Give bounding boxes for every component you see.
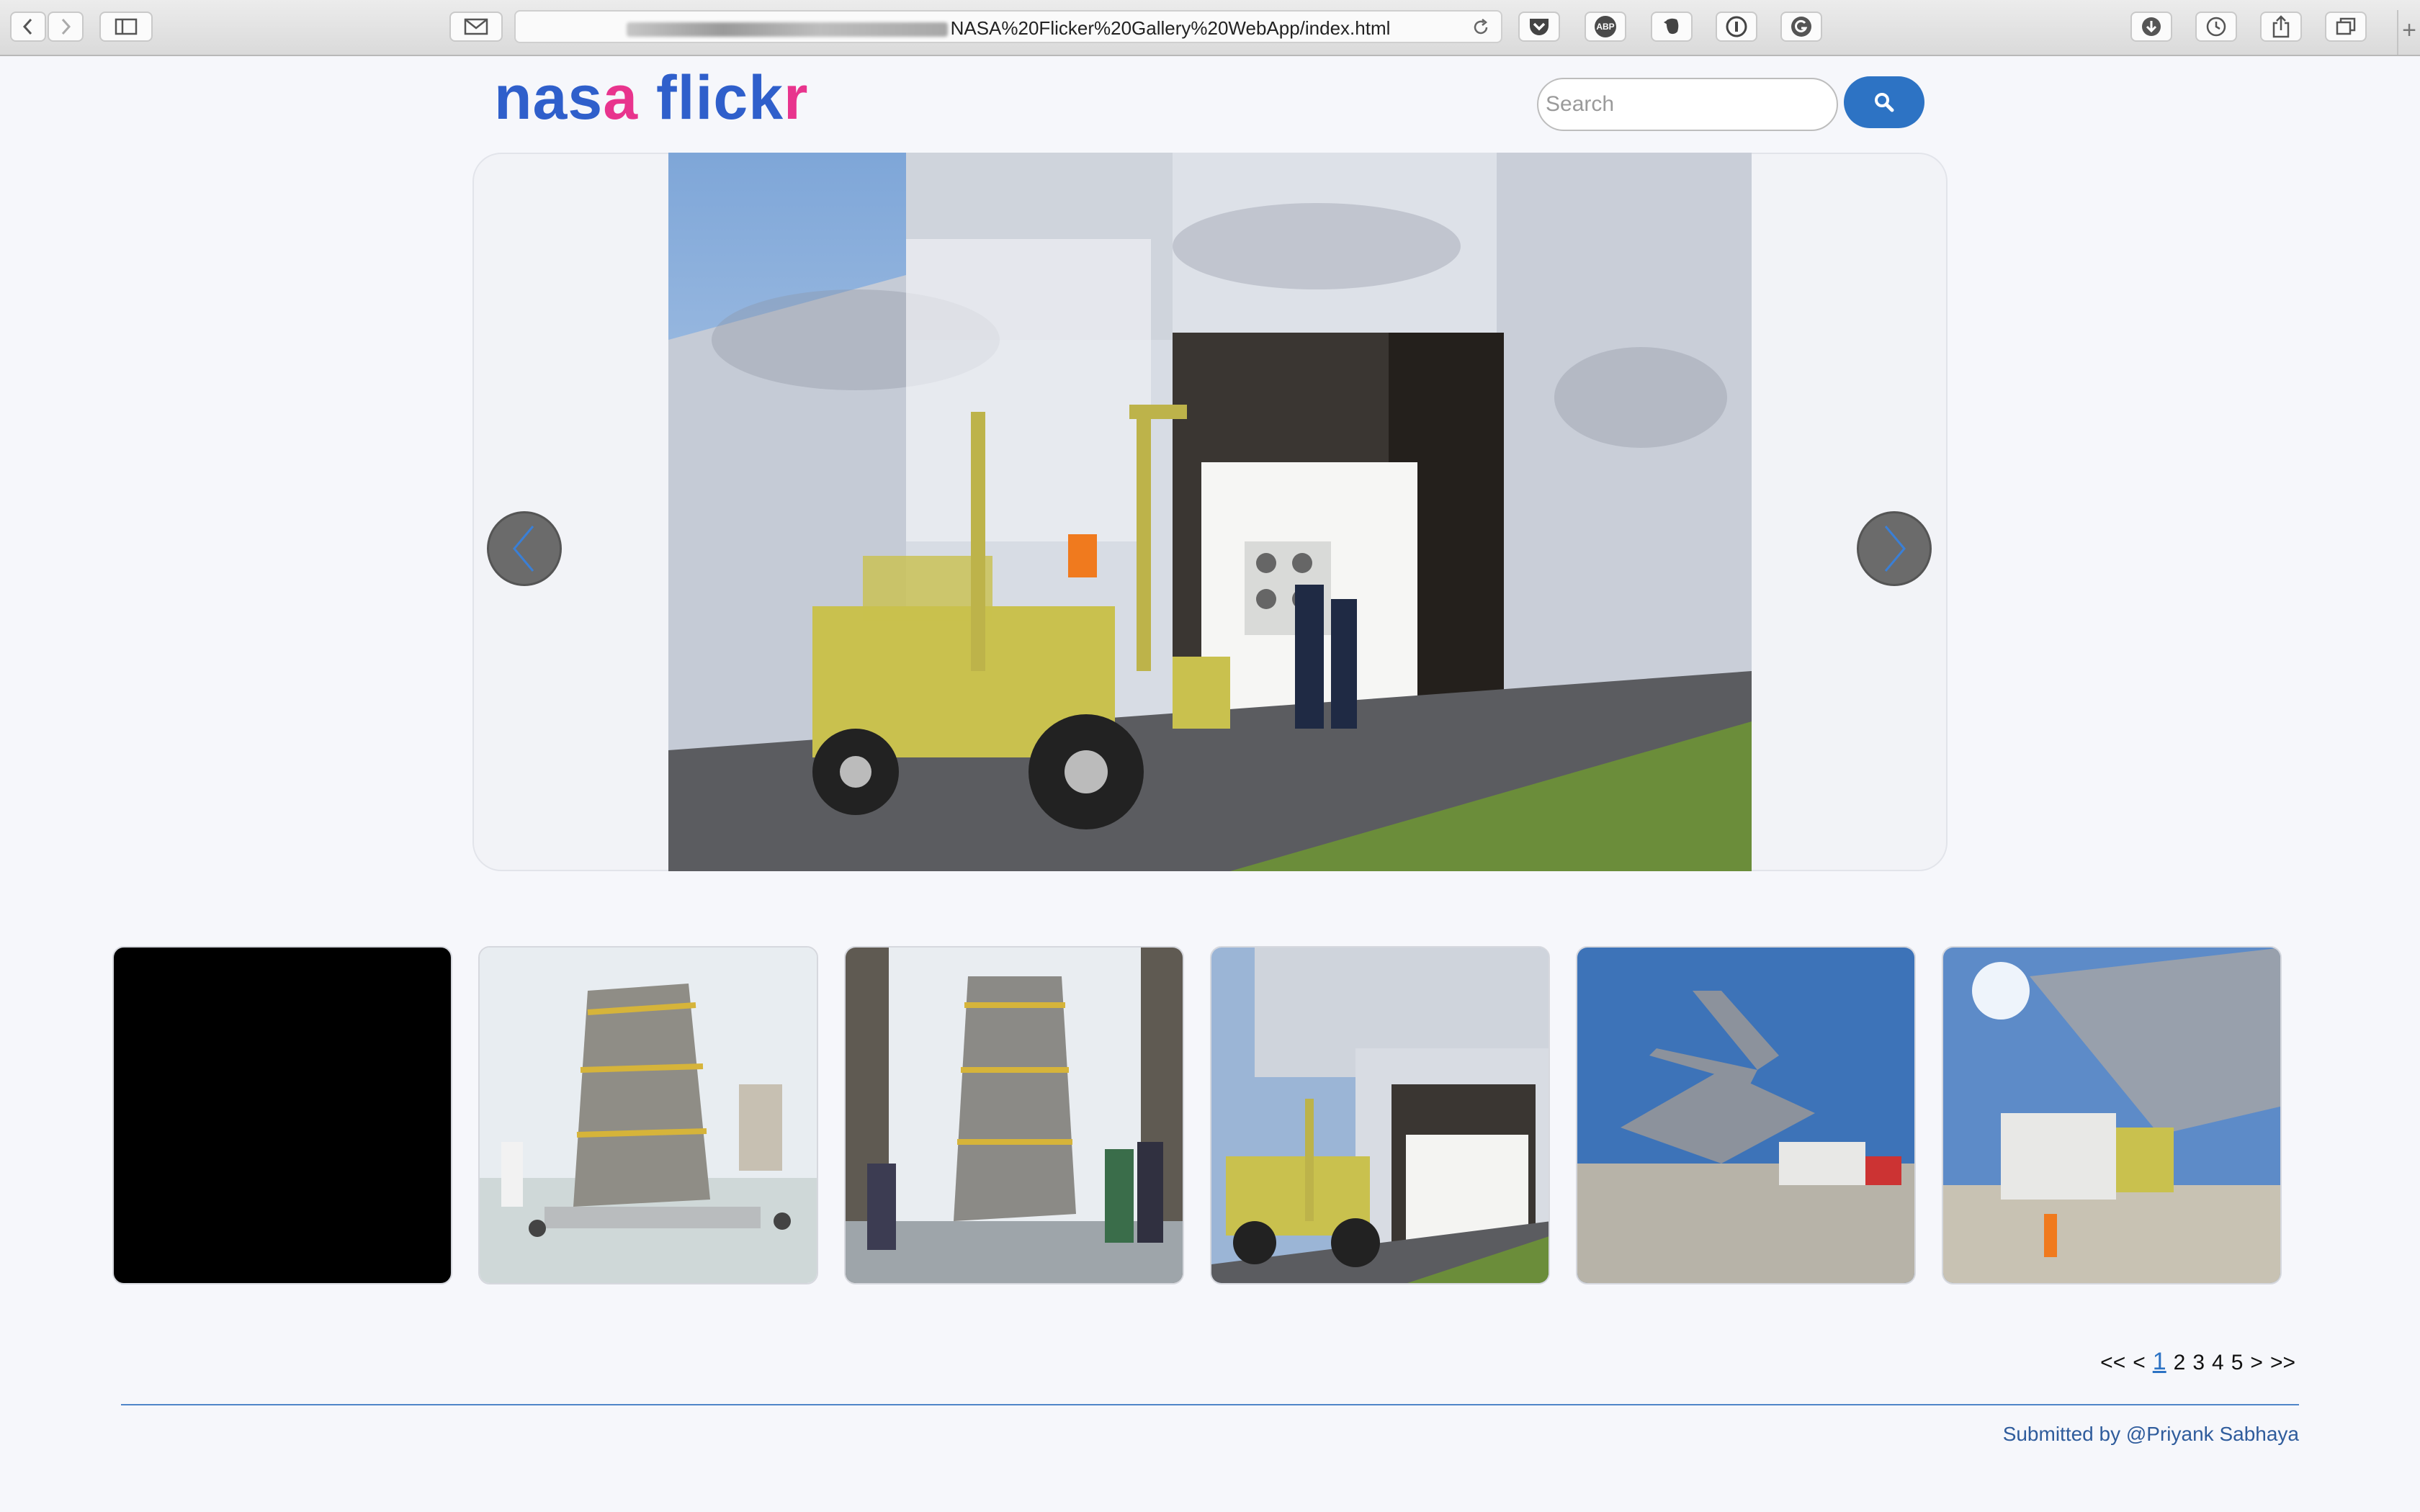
abp-icon: ABP: [1595, 16, 1616, 37]
pagination-prev[interactable]: <: [2133, 1351, 2146, 1375]
thumbnail-1[interactable]: [112, 946, 452, 1284]
mail-button[interactable]: [449, 12, 503, 42]
carousel-image: [668, 153, 1752, 871]
pocket-icon: [1530, 19, 1549, 35]
chevron-left-icon: [513, 526, 534, 572]
logo[interactable]: nasa flickr: [494, 62, 809, 134]
back-button[interactable]: [10, 12, 46, 42]
browser-toolbar: NASA%20Flicker%20Gallery%20WebApp/index.…: [0, 0, 2420, 56]
share-button[interactable]: [2260, 12, 2302, 42]
search-icon: [1875, 93, 1894, 112]
1password-button[interactable]: [1716, 12, 1757, 42]
history-button[interactable]: [2195, 12, 2237, 42]
thumbnail-5[interactable]: [1576, 946, 1916, 1284]
chevron-left-icon: [22, 18, 32, 35]
pagination-page-4[interactable]: 4: [2212, 1351, 2224, 1375]
footer-credit: Submitted by @Priyank Sabhaya: [2002, 1423, 2299, 1445]
new-tab-button[interactable]: +: [2397, 10, 2420, 55]
thumbnail-6[interactable]: [1942, 946, 2282, 1284]
logo-text-nas: nas: [494, 63, 604, 132]
logo-text-a: a: [603, 63, 639, 132]
mail-icon: [464, 18, 488, 35]
grammarly-button[interactable]: [1780, 12, 1822, 42]
evernote-button[interactable]: [1651, 12, 1693, 42]
pagination-page-1[interactable]: 1: [2153, 1348, 2166, 1376]
pagination-next[interactable]: >: [2250, 1351, 2263, 1375]
download-icon: [2142, 17, 2161, 36]
logo-text-r: r: [784, 63, 809, 132]
pagination: << < 1 2 3 4 5 > >>: [2100, 1348, 2295, 1376]
pagination-first[interactable]: <<: [2100, 1351, 2125, 1375]
footer-divider: [121, 1404, 2299, 1405]
clock-icon: [2206, 17, 2226, 37]
pocket-button[interactable]: [1518, 12, 1560, 42]
pagination-page-2[interactable]: 2: [2174, 1351, 2186, 1375]
thumbnail-3[interactable]: [844, 946, 1184, 1284]
sidebar-toggle-button[interactable]: [99, 12, 153, 42]
reload-icon[interactable]: [1471, 17, 1491, 37]
tabs-button[interactable]: [2325, 12, 2367, 42]
adblock-button[interactable]: ABP: [1585, 12, 1626, 42]
address-bar[interactable]: NASA%20Flicker%20Gallery%20WebApp/index.…: [514, 10, 1502, 43]
tabs-overview-icon: [2336, 17, 2356, 35]
evernote-icon: [1664, 18, 1679, 35]
carousel-next-button[interactable]: [1857, 511, 1932, 586]
blurred-path: [626, 22, 948, 37]
pagination-last[interactable]: >>: [2270, 1351, 2295, 1375]
pagination-page-3[interactable]: 3: [2192, 1351, 2205, 1375]
downloads-button[interactable]: [2130, 12, 2172, 42]
carousel-prev-button[interactable]: [487, 511, 562, 586]
chevron-right-icon: [1884, 526, 1906, 572]
grammarly-icon: [1791, 17, 1811, 37]
logo-text-flick: flick: [638, 63, 784, 132]
forward-button[interactable]: [48, 12, 84, 42]
search-input[interactable]: [1537, 78, 1838, 131]
url-text: NASA%20Flicker%20Gallery%20WebApp/index.…: [950, 17, 1391, 39]
search-button[interactable]: [1844, 76, 1924, 128]
thumbnail-2[interactable]: [478, 946, 818, 1284]
share-icon: [2272, 15, 2290, 38]
pagination-page-5[interactable]: 5: [2231, 1351, 2244, 1375]
sidebar-icon: [115, 18, 138, 35]
chevron-right-icon: [61, 18, 71, 35]
1password-icon: [1726, 16, 1747, 37]
thumbnail-4[interactable]: [1210, 946, 1550, 1284]
